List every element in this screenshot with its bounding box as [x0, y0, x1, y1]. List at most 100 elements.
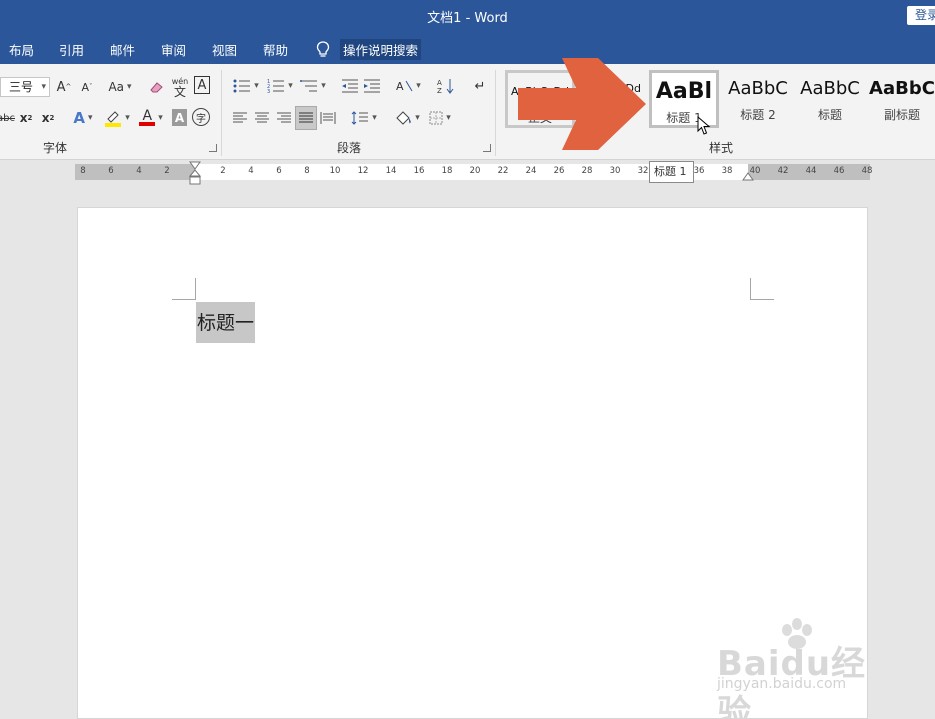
decrease-indent-icon: [342, 79, 358, 93]
style-heading-2-name: 标题 2: [740, 108, 776, 122]
watermark: Baidu经验 jingyan.baidu.com: [717, 618, 887, 719]
ruler-tick: 8: [80, 166, 86, 176]
char-border-button[interactable]: A: [194, 76, 210, 94]
tell-me-search[interactable]: 操作说明搜索: [316, 39, 422, 60]
font-color-button[interactable]: A: [136, 108, 166, 128]
align-center-icon: [255, 112, 269, 123]
ruler-tick: 12: [357, 166, 369, 176]
document-heading[interactable]: 标题一: [196, 302, 256, 343]
phonetic-guide-button[interactable]: wén 文: [170, 74, 190, 100]
indent-marker-icon[interactable]: [189, 161, 201, 186]
ruler-tick: 40: [749, 166, 761, 176]
ruler-tick: 46: [833, 166, 845, 176]
style-title-name: 标题: [817, 108, 842, 122]
paragraph-dialog-launcher[interactable]: [483, 144, 491, 152]
tab-view[interactable]: 视图: [212, 40, 237, 59]
bullets-button[interactable]: [231, 76, 261, 96]
pilcrow-icon: ↵: [474, 78, 486, 94]
strikethrough-icon: abc: [0, 112, 15, 124]
borders-icon: [429, 111, 443, 125]
asian-layout-icon: A: [396, 80, 413, 93]
font-group-label: 字体: [43, 141, 68, 155]
ruler-tick: 38: [721, 166, 733, 176]
increase-indent-button[interactable]: [362, 76, 382, 96]
tab-review[interactable]: 审阅: [161, 40, 186, 59]
font-dialog-launcher[interactable]: [209, 144, 217, 152]
tab-references[interactable]: 引用: [59, 40, 84, 59]
crop-mark-left: [172, 278, 196, 300]
multilevel-list-button[interactable]: [298, 76, 328, 96]
decrease-indent-button[interactable]: [340, 76, 360, 96]
font-color-letter: A: [142, 108, 153, 124]
char-border-icon: A: [197, 77, 207, 93]
group-separator: [221, 70, 222, 156]
change-case-button[interactable]: Aa: [106, 77, 134, 97]
text-effects-button[interactable]: A: [68, 108, 98, 128]
shrink-font-button[interactable]: Aˇ: [80, 77, 94, 97]
align-left-icon: [233, 112, 247, 123]
ruler-tick: 48: [861, 166, 873, 176]
bullet-list-icon: [233, 79, 251, 93]
strikethrough-button[interactable]: abc: [0, 108, 15, 128]
style-title-sample: AaBbC: [800, 78, 860, 99]
ruler-tick: 42: [777, 166, 789, 176]
style-heading-2[interactable]: AaBbC 标题 2: [723, 70, 793, 128]
enclose-char-button[interactable]: 字: [192, 108, 210, 126]
tab-layout[interactable]: 布局: [9, 40, 34, 59]
subscript-button[interactable]: x2: [18, 108, 34, 128]
char-shading-button[interactable]: A: [172, 109, 187, 126]
show-marks-button[interactable]: ↵: [470, 76, 490, 96]
ruler-tick: 30: [609, 166, 621, 176]
ruler-tick: 4: [136, 166, 142, 176]
svg-text:A: A: [396, 80, 404, 93]
subscript-icon: x: [19, 111, 28, 125]
shrink-font-icon: A: [81, 80, 90, 94]
style-title[interactable]: AaBbC 标题: [795, 70, 865, 128]
change-case-icon: Aa: [108, 80, 125, 94]
align-center-button[interactable]: [253, 108, 271, 128]
ribbon: 三号 ▾ A^ Aˇ Aa wén 文 A abc x2 x2 A A A 字 …: [0, 64, 935, 160]
distributed-button[interactable]: [319, 108, 337, 128]
font-size-select[interactable]: 三号 ▾: [0, 77, 50, 97]
tab-help[interactable]: 帮助: [263, 40, 288, 59]
align-right-button[interactable]: [275, 108, 293, 128]
clear-format-button[interactable]: [148, 77, 166, 97]
highlighter-icon: [105, 111, 122, 127]
lightbulb-icon: [316, 41, 330, 57]
shading-button[interactable]: [392, 108, 422, 128]
sort-button[interactable]: AZ: [436, 76, 456, 96]
tell-me-label: 操作说明搜索: [340, 39, 422, 60]
justify-button[interactable]: [295, 106, 317, 130]
line-spacing-button[interactable]: [349, 108, 379, 128]
window-title: 文档1 - Word: [427, 11, 508, 26]
ruler-tick: 26: [553, 166, 565, 176]
superscript-button[interactable]: x2: [40, 108, 56, 128]
ruler-tick: 2: [220, 166, 226, 176]
borders-button[interactable]: [425, 108, 455, 128]
ruler-tick: 2: [164, 166, 170, 176]
line-spacing-icon: [351, 111, 369, 125]
style-subtitle[interactable]: AaBbC 副标题: [867, 70, 935, 128]
highlight-button[interactable]: [102, 108, 132, 128]
ruler-tick: 20: [469, 166, 481, 176]
asian-layout-button[interactable]: A: [393, 76, 423, 96]
watermark-url: jingyan.baidu.com: [717, 676, 847, 692]
multilevel-list-icon: [300, 80, 318, 92]
style-subtitle-sample: AaBbC: [869, 78, 935, 99]
char-shading-icon: A: [174, 110, 185, 125]
numbering-button[interactable]: 123: [265, 76, 295, 96]
font-color-icon: A: [139, 108, 156, 126]
ruler-tick: 6: [276, 166, 282, 176]
chevron-down-icon: ▾: [41, 82, 46, 92]
horizontal-ruler[interactable]: 8642246810121416182022242628303234363840…: [75, 161, 872, 185]
ruler-tick: 10: [329, 166, 341, 176]
ruler-tick: 4: [248, 166, 254, 176]
grow-font-button[interactable]: A ^: [57, 77, 72, 97]
align-left-button[interactable]: [231, 108, 249, 128]
ruler-tick: 44: [805, 166, 817, 176]
group-separator: [495, 70, 496, 156]
login-button[interactable]: 登录: [907, 6, 935, 25]
svg-text:Z: Z: [437, 87, 442, 94]
tab-mailings[interactable]: 邮件: [110, 40, 135, 59]
title-bar: 文档1 - Word 登录: [0, 0, 935, 30]
